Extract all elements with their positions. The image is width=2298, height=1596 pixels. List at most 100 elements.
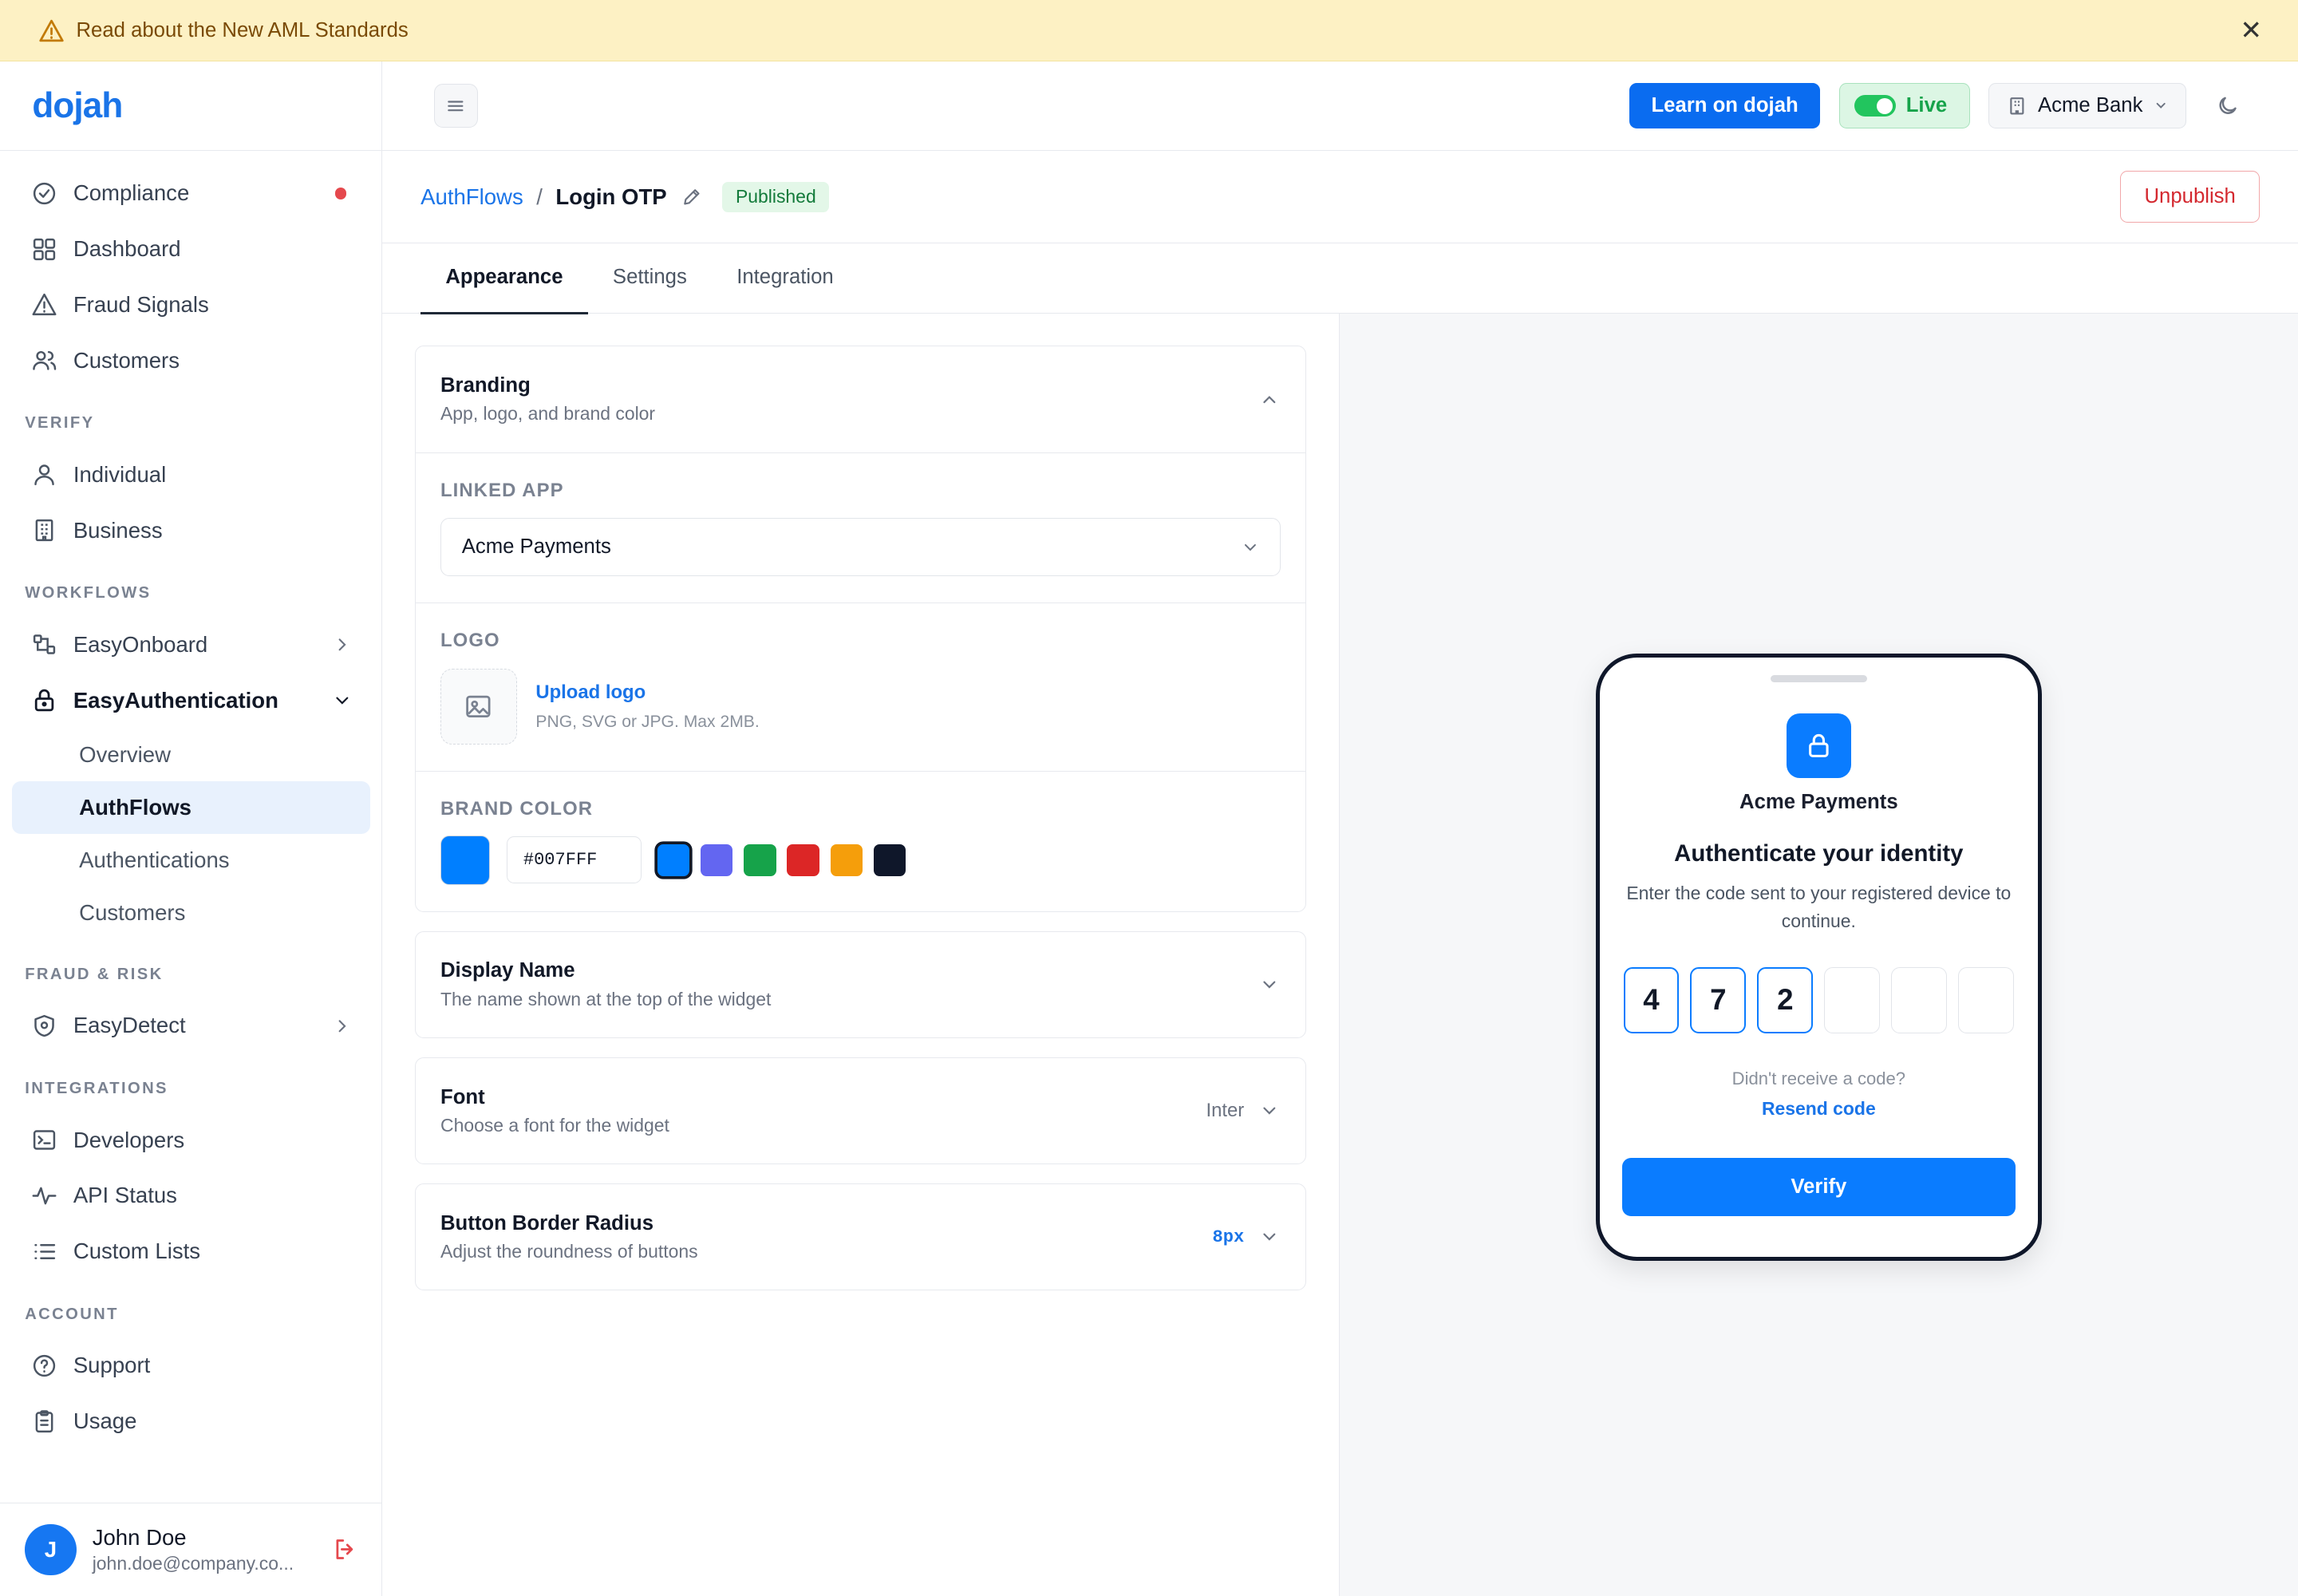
clipboard-icon [31,1408,57,1435]
page-title: Login OTP [555,184,667,209]
sidebar-item-support[interactable]: Support [12,1338,370,1394]
pencil-icon[interactable] [681,187,702,207]
alert-dot [334,188,347,200]
user-info: John Doe john.doe@company.co... [93,1525,332,1575]
list-icon [31,1238,57,1265]
lock-icon [31,687,57,713]
hex-input[interactable] [506,836,642,884]
sidebar-item-developers[interactable]: Developers [12,1112,370,1168]
color-preset-red[interactable] [787,843,819,877]
no-code-text: Didn't receive a code? [1731,1068,1905,1088]
preview-title: Authenticate your identity [1674,840,1964,867]
lock-icon [1809,733,1829,757]
dojah-logo[interactable]: dojah [0,61,382,152]
warning-icon [31,291,57,318]
sidebar-item-easyonboard[interactable]: EasyOnboard [12,617,370,673]
sidebar-item-easyauthentication[interactable]: EasyAuthentication [12,673,370,729]
color-picker-swatch[interactable] [440,835,491,886]
font-header[interactable]: Font Choose a font for the widget Inter [416,1058,1306,1163]
menu-button[interactable] [433,84,478,128]
sidebar-item-dashboard[interactable]: Dashboard [12,221,370,277]
logo-placeholder[interactable] [440,668,517,745]
toggle-switch[interactable] [1854,94,1896,117]
sidebar-subitem-authentications[interactable]: Authentications [12,834,370,887]
color-preset-indigo[interactable] [700,843,733,877]
section-workflows: WORKFLOWS [25,584,152,602]
otp-inputs: 4 7 2 [1623,967,2015,1033]
resend-code-link[interactable]: Resend code [1600,1098,2037,1120]
upload-hint: PNG, SVG or JPG. Max 2MB. [535,712,760,731]
logout-icon[interactable] [332,1536,358,1562]
verify-button[interactable]: Verify [1621,1157,2016,1217]
moon-icon[interactable] [2216,94,2239,117]
sidebar-item-label: Developers [73,1127,185,1152]
color-preset-amber[interactable] [830,843,863,877]
otp-digit[interactable] [1824,967,1881,1033]
color-preset-blue[interactable] [657,843,690,877]
sidebar: dojah Compliance Dashboard Fraud Signals [0,61,383,1596]
button-radius-card: Button Border Radius Adjust the roundnes… [414,1183,1307,1291]
otp-digit[interactable] [1891,967,1948,1033]
color-preset-green[interactable] [744,843,776,877]
user-email: john.doe@company.co... [92,1553,294,1574]
otp-digit[interactable] [1958,967,2015,1033]
sidebar-subitem-customers[interactable]: Customers [12,887,370,939]
sidebar-item-customers[interactable]: Customers [12,333,370,389]
chevron-up-icon [1262,395,1275,403]
tab-integration[interactable]: Integration [712,243,859,314]
sidebar-item-label: Customers [73,347,180,373]
display-name-header[interactable]: Display Name The name shown at the top o… [416,932,1306,1037]
content-area: Branding App, logo, and brand color LINK… [382,314,2298,1596]
banner-link[interactable]: Read about the New AML Standards [76,19,2236,42]
card-title: Button Border Radius [440,1211,654,1235]
sidebar-item-business[interactable]: Business [12,503,370,559]
logo-field: LOGO Upload logo PNG, SVG or JPG. Max 2M… [415,602,1306,771]
learn-on-dojah-button[interactable]: Learn on dojah [1629,83,1821,129]
chevron-down-icon [1262,1234,1275,1242]
sidebar-item-label: Fraud Signals [73,291,209,317]
linked-app-field: LINKED APP Acme Payments [415,452,1306,603]
shield-icon [31,1013,57,1039]
breadcrumb-authflows-link[interactable]: AuthFlows [421,184,523,210]
tab-bar: Appearance Settings Integration [382,243,2298,314]
building-icon [31,517,57,543]
topbar: Learn on dojah Live Acme Bank [382,61,2298,152]
tab-appearance[interactable]: Appearance [421,243,588,314]
sidebar-subitem-overview[interactable]: Overview [12,729,370,781]
breadcrumb-separator: / [536,184,543,209]
user-profile[interactable]: J John Doe john.doe@company.co... [0,1502,382,1596]
sidebar-item-label: Dashboard [73,236,181,262]
otp-digit[interactable]: 4 [1623,967,1680,1033]
unpublish-button[interactable]: Unpublish [2120,171,2260,223]
sidebar-item-label: Custom Lists [73,1238,201,1264]
tab-settings[interactable]: Settings [588,243,712,314]
button-radius-header[interactable]: Button Border Radius Adjust the roundnes… [416,1184,1306,1290]
announcement-banner: Read about the New AML Standards ✕ [0,0,2298,62]
sidebar-item-usage[interactable]: Usage [12,1393,370,1449]
sidebar-item-custom-lists[interactable]: Custom Lists [12,1223,370,1279]
card-title: Branding [440,373,531,397]
section-integrations: INTEGRATIONS [25,1080,168,1098]
sidebar-item-easydetect[interactable]: EasyDetect [12,998,370,1054]
check-circle-icon [31,180,57,207]
card-title: Display Name [440,959,575,982]
font-card: Font Choose a font for the widget Inter [414,1057,1307,1165]
flow-icon [31,631,57,658]
linked-app-select[interactable]: Acme Payments [440,517,1281,577]
status-badge: Published [722,181,830,212]
sidebar-subitem-authflows[interactable]: AuthFlows [11,780,370,834]
otp-digit[interactable]: 2 [1757,967,1814,1033]
field-label: LINKED APP [440,479,564,501]
sidebar-item-compliance[interactable]: Compliance [12,166,370,222]
live-mode-toggle[interactable]: Live [1839,83,1970,129]
color-preset-navy[interactable] [873,843,906,877]
branding-header[interactable]: Branding App, logo, and brand color [416,346,1306,452]
otp-digit[interactable]: 7 [1690,967,1747,1033]
close-banner-icon[interactable]: ✕ [2237,14,2266,46]
sidebar-item-fraud-signals[interactable]: Fraud Signals [12,277,370,333]
organization-selector[interactable]: Acme Bank [1988,83,2187,129]
card-subtitle: The name shown at the top of the widget [440,988,772,1009]
sidebar-item-individual[interactable]: Individual [12,447,370,503]
sidebar-item-api-status[interactable]: API Status [12,1168,370,1224]
upload-logo-link[interactable]: Upload logo [535,681,759,704]
